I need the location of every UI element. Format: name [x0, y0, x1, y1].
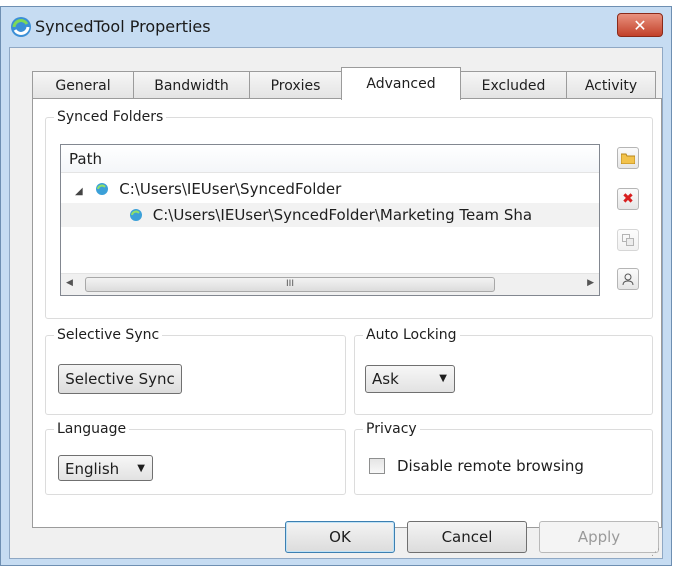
sync-app-icon	[11, 17, 31, 37]
horizontal-scrollbar[interactable]: ◀ III ▶	[61, 273, 599, 295]
add-folder-button[interactable]	[617, 147, 639, 169]
auto-locking-value: Ask	[372, 370, 399, 388]
scroll-right-icon[interactable]: ▶	[587, 278, 594, 288]
ok-button[interactable]: OK	[285, 521, 395, 553]
privacy-title: Privacy	[363, 420, 420, 438]
path-column-header[interactable]: Path	[61, 145, 599, 173]
title-bar[interactable]: SyncedTool Properties ✕	[1, 7, 671, 47]
cancel-button[interactable]: Cancel	[407, 521, 527, 553]
folder-path-root: C:\Users\IEUser\SyncedFolder	[119, 180, 342, 198]
tab-activity[interactable]: Activity	[566, 71, 656, 99]
auto-locking-select[interactable]: Ask ▼	[365, 365, 455, 393]
scroll-left-icon[interactable]: ◀	[66, 278, 73, 288]
properties-window: SyncedTool Properties ✕ General Bandwidt…	[0, 6, 672, 566]
scroll-grip-label: III	[286, 279, 294, 289]
sync-folder-icon	[130, 209, 142, 221]
advanced-tab-panel: Synced Folders Path ◢ C:\Users\IEUser\Sy…	[32, 98, 662, 528]
dialog-client-area: General Bandwidth Proxies Advanced Exclu…	[9, 47, 663, 559]
language-select[interactable]: English ▼	[58, 455, 153, 481]
folder-icon	[621, 153, 635, 164]
folder-path-child: C:\Users\IEUser\SyncedFolder\Marketing T…	[152, 206, 533, 224]
language-value: English	[65, 460, 120, 478]
close-button[interactable]: ✕	[617, 13, 663, 37]
folder-row-child[interactable]: C:\Users\IEUser\SyncedFolder\Marketing T…	[61, 203, 599, 227]
disable-remote-browsing-checkbox[interactable]	[369, 458, 385, 474]
chevron-down-icon: ▼	[439, 373, 447, 384]
tab-general[interactable]: General	[32, 71, 134, 99]
expand-arrow-icon[interactable]: ◢	[75, 186, 83, 197]
close-icon: ✕	[633, 15, 647, 35]
sync-folder-icon	[96, 183, 109, 195]
user-permissions-button[interactable]	[617, 268, 639, 290]
synced-folders-title: Synced Folders	[54, 108, 167, 126]
language-group: Language English ▼	[45, 420, 346, 495]
disable-remote-browsing-label[interactable]: Disable remote browsing	[397, 457, 584, 475]
copy-folder-button[interactable]	[617, 229, 639, 251]
remove-folder-button[interactable]: ✖	[617, 188, 639, 210]
selective-sync-button[interactable]: Selective Sync	[58, 364, 182, 394]
scroll-thumb[interactable]: III	[85, 277, 495, 292]
apply-button[interactable]: Apply	[539, 521, 659, 553]
synced-folders-group: Synced Folders Path ◢ C:\Users\IEUser\Sy…	[45, 108, 653, 319]
privacy-group: Privacy Disable remote browsing	[354, 420, 653, 495]
selective-sync-group: Selective Sync Selective Sync	[45, 326, 346, 415]
tab-advanced[interactable]: Advanced	[341, 67, 461, 100]
folder-row-root[interactable]: ◢ C:\Users\IEUser\SyncedFolder	[75, 177, 341, 201]
selective-sync-title: Selective Sync	[54, 326, 163, 344]
tab-bandwidth[interactable]: Bandwidth	[133, 71, 250, 99]
delete-icon: ✖	[622, 191, 634, 207]
resize-grip-icon[interactable]: ⋰	[651, 548, 660, 558]
auto-locking-title: Auto Locking	[363, 326, 460, 344]
tab-excluded[interactable]: Excluded	[460, 71, 567, 99]
window-title: SyncedTool Properties	[35, 17, 211, 36]
tab-proxies[interactable]: Proxies	[249, 71, 342, 99]
chevron-down-icon: ▼	[137, 463, 145, 474]
synced-folders-list[interactable]: Path ◢ C:\Users\IEUser\SyncedFolder C:\U…	[60, 144, 600, 296]
copy-icon	[622, 234, 634, 246]
auto-locking-group: Auto Locking Ask ▼	[354, 326, 653, 415]
language-title: Language	[54, 420, 130, 438]
user-icon	[622, 273, 634, 285]
